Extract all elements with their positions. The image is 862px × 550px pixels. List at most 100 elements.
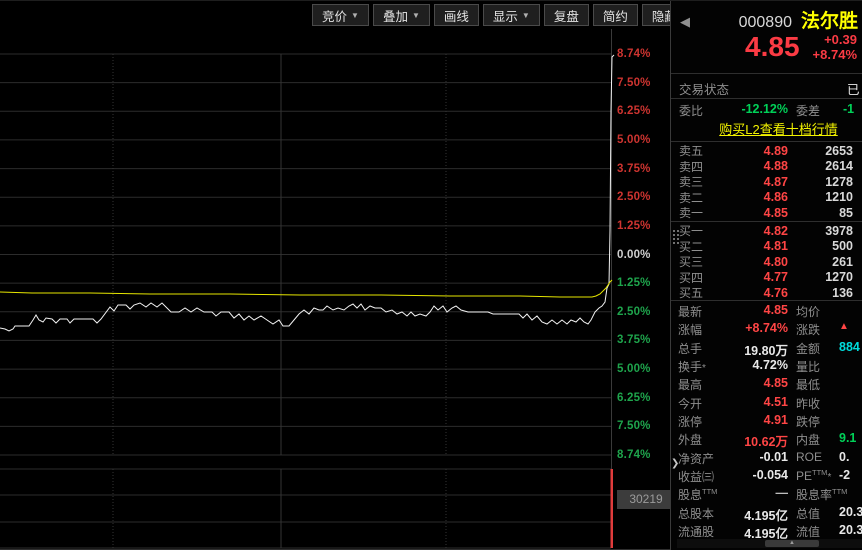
sell-row[interactable]: 卖二 4.86 1210 (671, 189, 862, 205)
queue-label: 卖四 (679, 159, 704, 174)
queue-vol: 2653 (825, 143, 853, 158)
detail-value: 4.85 (763, 303, 788, 317)
detail-value: -0.01 (759, 449, 789, 464)
detail-label: 最高 (678, 378, 703, 393)
detail-label: 净资产 (678, 451, 715, 466)
y-axis-tick-label: 2.50% (617, 305, 651, 318)
detail-label-2: ROE (796, 449, 823, 464)
detail-row: 换手* 4.72% 量比 (671, 356, 862, 374)
y-axis-tick-label: 6.25% (617, 105, 651, 118)
y-axis-tick-label: 8.74% (617, 449, 651, 461)
chevron-down-icon: ▼ (521, 10, 530, 20)
detail-value-2: 20.3 (839, 504, 862, 519)
buy-row[interactable]: 买三 4.80 261 (671, 253, 862, 270)
stock-code: 000890 (738, 14, 792, 31)
commission-ratio-row: 委比 -12.12% 委差 -1 (671, 99, 862, 120)
queue-vol: 261 (832, 254, 853, 269)
weibi-label: 委比 (679, 104, 704, 118)
y-axis-tick-label: 5.00% (617, 133, 651, 146)
detail-row: 涨停 4.91 跌停 (671, 411, 862, 429)
detail-label-2: PETTM* (796, 468, 832, 484)
queue-price: 4.77 (763, 270, 788, 285)
buy-row[interactable]: 买五 4.76 136 (671, 284, 862, 301)
toolbar-button-竞价[interactable]: 竞价 ▼ (312, 4, 369, 26)
buy-row[interactable]: 买一 4.82 3978 (671, 222, 862, 239)
buy-row[interactable]: 买二 4.81 500 (671, 238, 862, 254)
detail-label-2: 金额 (796, 341, 821, 356)
y-axis-tick-label: 6.25% (617, 391, 651, 404)
queue-label: 买五 (679, 286, 704, 301)
l2-promo-row: 购买L2查看十档行情 (671, 119, 862, 142)
y-axis-tick-label: 3.75% (617, 162, 651, 175)
queue-label: 买二 (679, 239, 704, 254)
panel-scrollbar-thumb[interactable]: ▲ (765, 540, 819, 547)
detail-label: 流通股 (678, 525, 715, 540)
queue-label: 卖五 (679, 144, 704, 158)
queue-price: 4.85 (763, 205, 788, 220)
toolbar-button-复盘[interactable]: 复盘 (543, 4, 589, 26)
detail-value: +8.74% (745, 321, 788, 336)
weicha-label: 委差 (796, 104, 821, 118)
queue-price: 4.87 (763, 174, 788, 189)
panel-resize-grip-icon[interactable] (672, 229, 680, 245)
l2-link[interactable]: 购买L2查看十档行情 (719, 122, 837, 137)
y-axis-tick-label: 2.50% (617, 191, 651, 204)
toolbar-button-叠加[interactable]: 叠加 ▼ (372, 4, 430, 26)
y-axis-tick-label: 8.74% (617, 48, 651, 60)
panel-scrollbar: ▲ (677, 539, 862, 548)
detail-row: 最新 4.85 均价 (671, 301, 862, 319)
detail-row: 涨幅 +8.74% 涨跌 ▲ (671, 319, 862, 337)
quote-details: 最新 4.85 均价 涨幅 +8.74% 涨跌 ▲ 总手 19.80万 金额 884 换手* 4.72%… (671, 300, 862, 541)
detail-label: 总手 (678, 341, 703, 356)
toolbar-button-label: 显示 (492, 9, 518, 24)
sell-row[interactable]: 卖四 4.88 2614 (671, 158, 862, 174)
weicha-value: -1 (843, 102, 855, 116)
queue-label: 买三 (679, 255, 704, 270)
quote-header: ◀ 000890 法尔胜 4.85 +0.39 +8.74% (671, 1, 862, 73)
panel-collapse-icon[interactable]: ❯ (671, 453, 680, 475)
y-axis-tick-label: 7.50% (617, 76, 651, 89)
toolbar-button-显示[interactable]: 显示 ▼ (482, 4, 540, 26)
price-change-pct: +8.74% (812, 47, 857, 62)
toolbar-button-label: 叠加 (382, 9, 408, 24)
y-axis-tick-label: 7.50% (617, 420, 651, 433)
sell-row[interactable]: 卖三 4.87 1278 (671, 173, 862, 190)
trade-status-label: 交易状态 (679, 83, 730, 97)
queue-vol: 500 (832, 239, 853, 254)
sell-row[interactable]: 卖一 4.85 85 (671, 204, 862, 221)
toolbar-button-label: 竞价 (322, 9, 348, 24)
detail-row: 收益㈢ -0.054 PETTM* -2 (671, 466, 862, 484)
detail-row: 总股本 4.195亿 总值 20.3 (671, 503, 862, 523)
detail-label: 收益㈢ (678, 470, 715, 485)
intraday-chart[interactable] (0, 1, 616, 550)
toolbar-button-label: 画线 (443, 9, 469, 24)
chevron-down-icon: ▼ (411, 10, 420, 20)
detail-label: 股息TTM (678, 487, 718, 503)
detail-label-2: 涨跌 (796, 323, 821, 338)
detail-value: — (775, 486, 789, 501)
sell-row[interactable]: 卖五 4.89 2653 (671, 142, 862, 159)
detail-label: 涨停 (678, 415, 703, 430)
detail-label: 涨幅 (678, 323, 703, 338)
queue-price: 4.80 (763, 254, 788, 269)
detail-label-2: 总值 (796, 506, 821, 521)
detail-value-2: 20.3 (839, 523, 862, 538)
detail-value: -0.054 (752, 468, 788, 483)
detail-label-2: 股息率TTM (796, 487, 848, 503)
queue-vol: 1270 (825, 270, 853, 285)
toolbar-button-简约[interactable]: 简约 (592, 4, 638, 26)
detail-value-2: ▲ (839, 321, 849, 333)
buy-row[interactable]: 买四 4.77 1270 (671, 269, 862, 285)
queue-price: 4.82 (763, 223, 788, 238)
chart-toolbar: 竞价▼叠加▼画线显示▼复盘简约隐藏▶▶ (312, 4, 729, 26)
price-change: +0.39 (824, 32, 857, 47)
detail-label-2: 量比 (796, 360, 821, 375)
toolbar-button-画线[interactable]: 画线 (433, 4, 479, 26)
last-price: 4.85 (745, 31, 800, 62)
detail-row: 股息TTM — 股息率TTM (671, 484, 862, 502)
detail-label: 最新 (678, 305, 703, 319)
detail-label-2: 流值 (796, 525, 821, 540)
weibi-value: -12.12% (741, 102, 788, 116)
buy-queue: 买一 4.82 3978 买二 4.81 500 买三 4.80 261 买四 4.77 1270 买五… (671, 221, 862, 300)
back-icon[interactable]: ◀ (680, 14, 690, 30)
